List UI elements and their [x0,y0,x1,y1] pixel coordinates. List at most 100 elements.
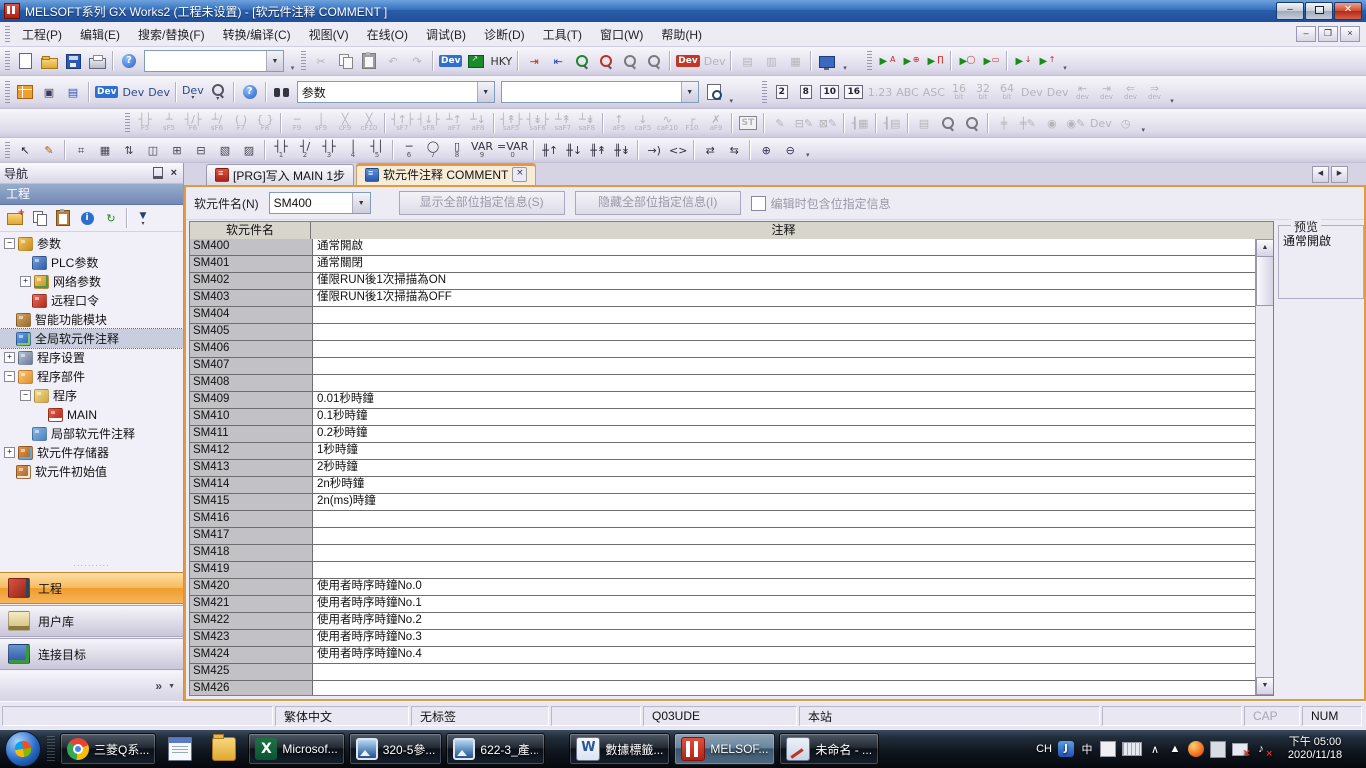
device-skip-next-icon[interactable]: Dev [1046,81,1070,103]
menu-item-0[interactable]: 工程(P) [13,25,71,45]
tab-close-icon[interactable]: × [512,167,527,182]
toolbar-overflow-chevron[interactable]: ▾ [839,64,850,75]
comment-cell[interactable]: 1秒時鐘 [313,443,1256,459]
interlock-edit-icon[interactable]: ✎ [38,139,60,161]
firefox-tray-icon[interactable] [1188,741,1204,757]
display-ascii-icon[interactable]: ASC [922,81,946,103]
show-hidden-icons-arrow[interactable]: ▲ [1168,741,1182,757]
page-search-icon[interactable] [703,81,725,103]
scroll-down-button[interactable]: ▼ [1256,677,1274,695]
nav-view-button-user-library[interactable]: 用户库 [0,605,183,637]
combo-dropdown-icon[interactable]: ▼ [266,51,283,71]
horizontal-line-icon[interactable]: ─F9 [286,112,308,134]
paint-taskbar-button[interactable]: 未命名 - ... [779,733,879,765]
tree-item-PLC参数[interactable]: PLC参数 [0,253,183,272]
pulse-ne-contact-icon[interactable]: ┤↟├saF5 [499,112,523,134]
device-name-cell[interactable]: SM414 [190,477,313,493]
tree-item-程序[interactable]: −程序 [0,386,183,405]
device-name-cell[interactable]: SM402 [190,273,313,289]
comment-cell[interactable]: 使用者時序時鐘No.3 [313,630,1256,646]
collapse-icon[interactable]: − [20,390,31,401]
screen-monitor-icon[interactable] [980,50,1002,72]
notepad-taskbar-button[interactable] [160,734,200,764]
taskbar-clock[interactable]: 下午 05:00 2020/11/18 [1272,736,1364,762]
trend-up-monitor-icon[interactable] [1036,50,1058,72]
watch-unregister-icon[interactable]: Dev [703,50,727,72]
monitor-condition-icon[interactable] [876,50,898,72]
ime-icon[interactable]: J [1058,741,1074,757]
edit-ladder-icon[interactable]: ✎ [769,112,791,134]
keyboard-layout-icon[interactable] [1122,742,1142,756]
new-project-icon[interactable] [14,50,36,72]
open-branch-icon[interactable]: ┴sF5 [158,112,180,134]
comment-cell[interactable]: 使用者時序時鐘No.0 [313,579,1256,595]
combo-dropdown-icon[interactable]: ▼ [477,82,494,102]
find-binoculars-icon[interactable] [271,81,293,103]
zoom-out-icon[interactable]: ⊖ [779,139,801,161]
expand-icon[interactable]: + [20,276,31,287]
photo-viewer-taskbar-button-2[interactable]: 622-3_產... [446,733,545,765]
expand-icon[interactable]: + [4,447,15,458]
open-contact-icon[interactable]: ┤├F5 [134,112,156,134]
find-monitor-icon[interactable] [956,50,978,72]
combo-dropdown-icon[interactable]: ▼ [681,82,698,102]
tree-item-网络参数[interactable]: +网络参数 [0,272,183,291]
photo-viewer-taskbar-button-1[interactable]: 320-5參... [349,733,443,765]
delete-vline-icon[interactable]: ╳cF10 [358,112,380,134]
zoom-in-icon[interactable]: ⊕ [755,139,777,161]
delete-instruction-icon[interactable]: ✗aF9 [705,112,727,134]
delete-row-icon[interactable]: ┨▤ [881,112,903,134]
nav-view-button-project[interactable]: 工程 [0,572,183,604]
comment-cell[interactable] [313,528,1256,544]
contact-2-icon[interactable]: ┤/2 [294,139,316,161]
comment-cell[interactable] [313,562,1256,578]
sort-filter-icon[interactable]: ▾ [132,207,154,229]
insert-line-down-icon[interactable]: ╫↓ [563,139,585,161]
redo-icon[interactable]: ↷ [406,50,428,72]
contact-1-icon[interactable]: ┤├1 [270,139,292,161]
jump-write-icon[interactable]: →) [643,139,665,161]
device-name-cell[interactable]: SM417 [190,528,313,544]
monitor-stop-condition-icon[interactable] [900,50,922,72]
tree-item-远程口令[interactable]: 远程口令 [0,291,183,310]
more-views-button[interactable]: » [155,679,162,693]
comment-cell[interactable]: 使用者時序時鐘No.1 [313,596,1256,612]
vertical-line-icon[interactable]: │sF9 [310,112,332,134]
output-window-icon[interactable]: ▤ [62,81,84,103]
read-from-plc-icon[interactable]: ⇤ [547,50,569,72]
tree-item-程序部件[interactable]: −程序部件 [0,367,183,386]
write-to-plc-icon[interactable]: ⇥ [523,50,545,72]
device-comment-display-icon[interactable]: Dev [438,50,463,72]
device-name-cell[interactable]: SM413 [190,460,313,476]
chrome-taskbar-button[interactable]: 三菱Q系... [60,733,156,765]
device-name-cell[interactable]: SM409 [190,392,313,408]
pulse-conversion-icon[interactable]: ↓caF5 [632,112,654,134]
device-batch-icon[interactable]: Dev [147,81,171,103]
switch-time-icon[interactable]: ◷ [1115,112,1137,134]
read-mode-icon[interactable]: ◉ [1041,112,1063,134]
menu-item-10[interactable]: 帮助(H) [652,25,711,45]
device-name-cell[interactable]: SM406 [190,341,313,357]
dropdown-arrow-icon[interactable]: ▾ [216,97,219,101]
refresh-icon[interactable]: ↻ [100,207,122,229]
comment-cell[interactable] [313,307,1256,323]
pulse-branch-icon[interactable]: ┴↑aF7 [443,112,465,134]
invert-result-icon[interactable]: ↑aF5 [608,112,630,134]
data-property-icon[interactable] [76,207,98,229]
statement-list-icon[interactable]: ▤ [913,112,935,134]
application-instruction-icon[interactable]: { }F8 [254,112,276,134]
contact-3-icon[interactable]: ┤├3 [318,139,340,161]
contact-5-icon[interactable]: ┤│5 [366,139,388,161]
display-hex-icon[interactable]: 16 [843,81,865,103]
next-device-icon[interactable]: ⇥dev [1095,81,1117,103]
pulse-ne-close-icon[interactable]: ┤↡├saF6 [525,112,549,134]
device-name-combo[interactable]: SM400 ▼ [269,192,371,214]
menu-item-8[interactable]: 工具(T) [534,25,591,45]
monitor-start-icon[interactable] [571,50,593,72]
pulse-contact-icon[interactable]: ┤↑├sF7 [390,112,414,134]
device-test-icon[interactable]: HKY [489,50,513,72]
coil-7-icon[interactable]: ◯7 [422,139,444,161]
cut-icon[interactable]: ✂ [310,50,332,72]
device-find-mode-icon[interactable]: Dev [1089,112,1113,134]
comment-cell[interactable]: 僅限RUN後1次掃描為ON [313,273,1256,289]
